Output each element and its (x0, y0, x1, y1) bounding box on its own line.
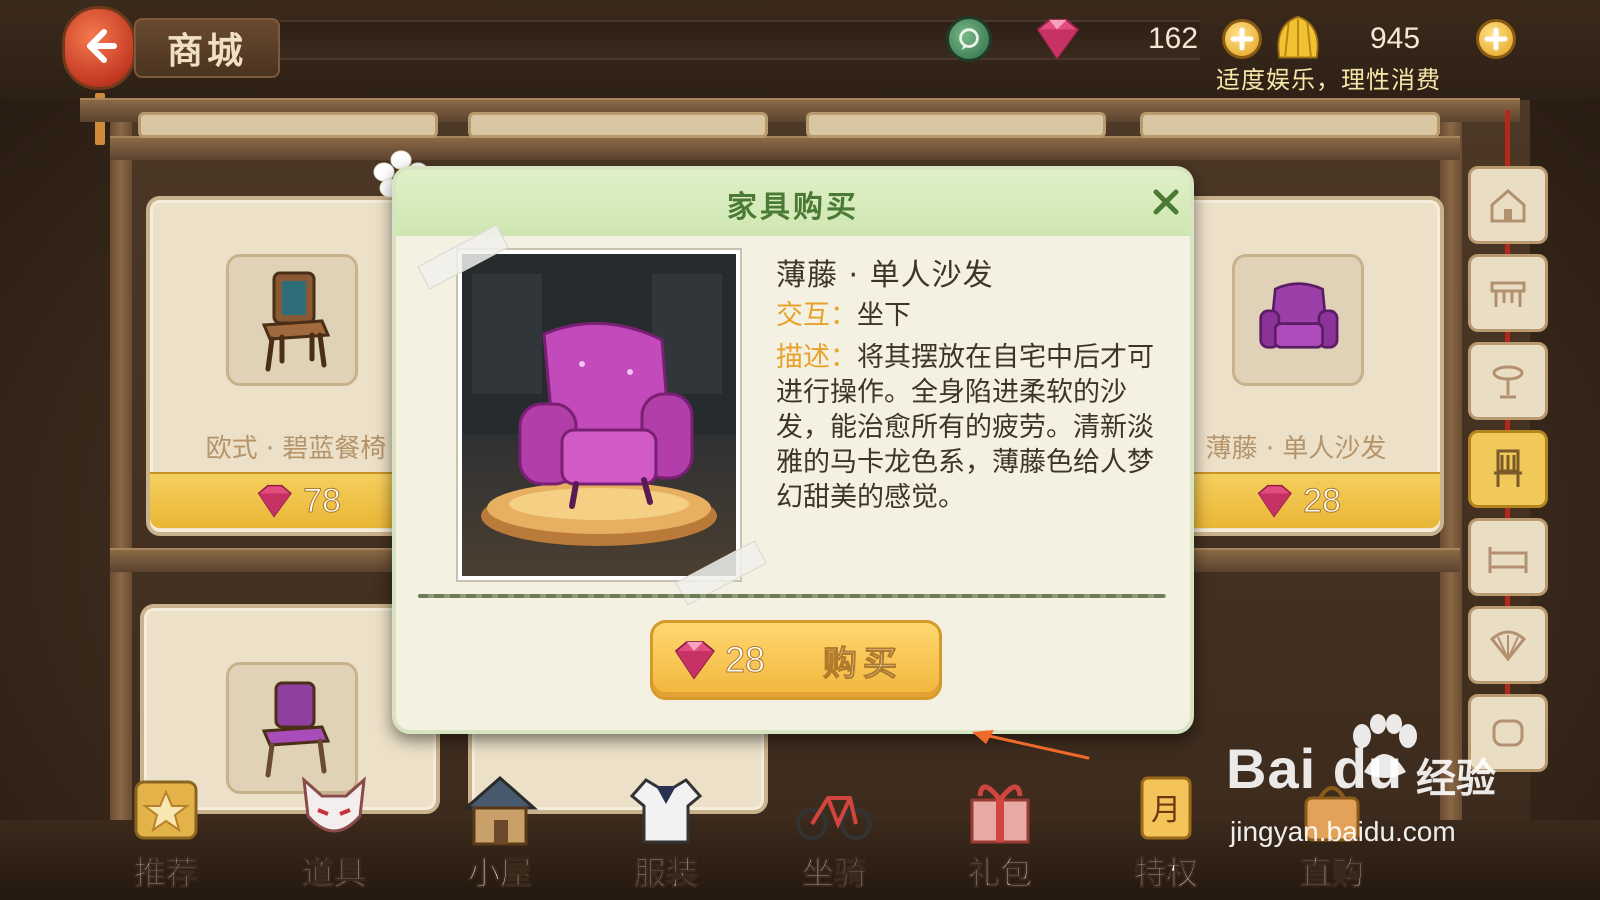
armchair-preview-icon (462, 254, 736, 546)
shelf-tab (138, 112, 438, 138)
nav-clothing[interactable]: 服装 (606, 770, 726, 900)
gem-icon (667, 638, 721, 682)
nav-recommend[interactable]: 推荐 (106, 770, 226, 900)
back-arrow-icon (87, 29, 117, 63)
nav-privilege[interactable]: 月 特权 (1106, 770, 1226, 900)
buy-button[interactable]: 28 购买 (650, 620, 942, 700)
category-tab-table[interactable] (1468, 254, 1548, 332)
add-coins-button[interactable] (1476, 19, 1516, 59)
lamp-icon (1492, 365, 1524, 399)
baidu-watermark: Bai du 经验 jingyan.baidu.com (1226, 714, 1526, 856)
bicycle-icon (794, 770, 874, 850)
nav-label: 推荐 (133, 854, 198, 893)
nav-label: 坐骑 (801, 854, 866, 893)
coin-count: 945 (1370, 22, 1421, 55)
nav-label: 服装 (633, 854, 698, 893)
notice-text: 适度娱乐，理性消费 (1216, 66, 1441, 94)
nav-label: 道具 (301, 854, 366, 893)
watermark-url: jingyan.baidu.com (1230, 816, 1456, 847)
gem-icon (257, 484, 292, 518)
table-icon (1490, 281, 1526, 307)
close-button[interactable] (1148, 184, 1184, 220)
star-icon (126, 770, 206, 850)
month-card-icon: 月 (1126, 770, 1206, 850)
chair-icon (261, 681, 331, 778)
interaction-value: 坐下 (857, 300, 911, 331)
shelf-post-left (110, 100, 132, 820)
gem-counter: 162 (1028, 12, 1198, 66)
watermark-cn: 经验 (1416, 756, 1496, 802)
chair-icon (1494, 449, 1522, 487)
house-icon (1490, 189, 1526, 223)
add-gems[interactable] (1222, 12, 1262, 66)
bed-icon (1488, 547, 1528, 573)
chat-currency[interactable] (946, 12, 992, 66)
paw-icon (1353, 714, 1417, 778)
nav-mount[interactable]: 坐骑 (774, 770, 894, 900)
add-coins[interactable] (1476, 12, 1516, 66)
interaction-key: 交互： (776, 300, 857, 331)
shelf-board-1 (110, 136, 1460, 160)
back-button[interactable] (78, 24, 122, 68)
category-tab-house[interactable] (1468, 166, 1548, 244)
shell-coin-icon (1277, 15, 1319, 59)
add-gems-button[interactable] (1222, 19, 1262, 59)
shelf-tab (1140, 112, 1440, 138)
uniform-icon (626, 770, 706, 850)
plus-icon (1230, 27, 1254, 51)
interaction-line: 交互：坐下 (776, 298, 911, 334)
annotation-arrow-icon (968, 728, 1092, 764)
item-name: 薄藤 · 单人沙发 (1205, 434, 1387, 464)
item-price: 28 (1152, 472, 1440, 528)
nav-label: 小屋 (467, 854, 532, 893)
buy-label: 购买 (823, 643, 904, 684)
item-icon-box (1232, 254, 1364, 386)
category-tab-bed[interactable] (1468, 518, 1548, 596)
nav-items[interactable]: 道具 (274, 770, 394, 900)
fan-icon (1489, 630, 1527, 662)
gem-icon (1257, 484, 1292, 518)
category-tab-chair[interactable] (1468, 430, 1548, 508)
chat-icon (946, 16, 992, 62)
item-icon-box (226, 254, 358, 386)
gift-icon (960, 770, 1040, 850)
category-tab-fan[interactable] (1468, 606, 1548, 684)
chair-icon (261, 271, 331, 372)
nav-label: 礼包 (967, 854, 1032, 893)
nav-label: 特权 (1133, 854, 1198, 893)
furniture-purchase-dialog: 家具购买 薄藤 · 单人沙发 交互：坐下 描述：将其摆放在自宅中后才可进行操作。… (392, 166, 1194, 734)
armchair-icon (1259, 282, 1339, 349)
coin-counter: 945 (1272, 12, 1420, 66)
fox-mask-icon (294, 770, 374, 850)
product-preview (458, 250, 740, 580)
category-tab-lamp[interactable] (1468, 342, 1548, 420)
game-scene: 商城 162 945 适度娱乐，理性消费 欧式 · 碧蓝餐椅 78 薄藤 · 单… (0, 0, 1600, 900)
plus-icon (1484, 27, 1508, 51)
shelf-tab (806, 112, 1106, 138)
dialog-title: 家具购买 (727, 190, 859, 225)
page-title: 商城 (134, 18, 280, 78)
svg-text:月: 月 (1151, 793, 1181, 828)
gem-count: 162 (1148, 22, 1199, 55)
nav-cottage[interactable]: 小屋 (440, 770, 560, 900)
description-key: 描述： (776, 342, 857, 373)
product-name: 薄藤 · 单人沙发 (776, 258, 994, 293)
cottage-icon (460, 770, 540, 850)
item-price-value: 28 (1303, 481, 1342, 520)
dialog-divider (418, 594, 1166, 598)
close-icon (1153, 189, 1179, 215)
item-price-value: 78 (303, 481, 342, 520)
description: 描述：将其摆放在自宅中后才可进行操作。全身陷进柔软的沙发，能治愈所有的疲劳。清新… (776, 340, 1176, 515)
buy-price: 28 (724, 639, 766, 681)
gem-icon (1036, 18, 1080, 60)
nav-gift-pack[interactable]: 礼包 (940, 770, 1060, 900)
shelf-tab (468, 112, 768, 138)
